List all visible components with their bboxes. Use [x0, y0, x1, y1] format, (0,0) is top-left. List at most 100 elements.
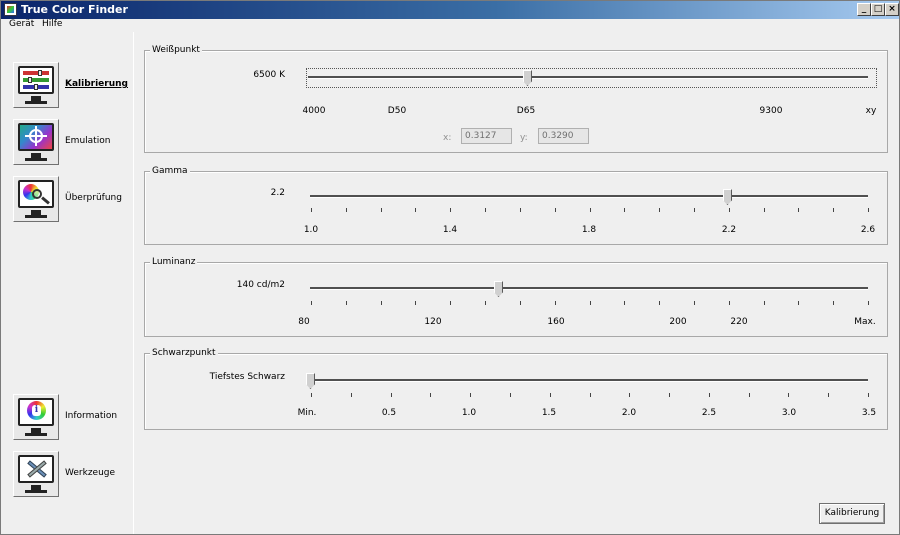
tick-label: 0.5: [381, 408, 397, 418]
tick-label: xy: [865, 106, 877, 116]
tick-label: 80: [298, 317, 310, 327]
menu-hilfe[interactable]: Hilfe: [42, 19, 62, 29]
sidebar-item-ueberpruefung[interactable]: Überprüfung: [13, 176, 131, 226]
whitepoint-group: Weißpunkt 6500 K 4000 D50 D65 9300 xy x:…: [144, 45, 888, 153]
information-icon: i: [13, 394, 59, 440]
whitepoint-slider-track[interactable]: [308, 76, 868, 79]
window-title: True Color Finder: [21, 3, 128, 16]
luminance-value-label: 140 cd/m2: [236, 280, 285, 290]
blackpoint-slider-thumb[interactable]: [306, 373, 315, 389]
slider-tick: [728, 208, 730, 212]
slider-tick: [659, 301, 661, 305]
tick-label: 1.8: [581, 225, 597, 235]
sidebar: Kalibrierung Emulation Überprüfung i Inf…: [1, 32, 134, 534]
luminance-slider-thumb[interactable]: [494, 281, 503, 297]
blackpoint-group: Schwarzpunkt Tiefstes Schwarz Min. 0.5 1…: [144, 348, 888, 430]
close-button[interactable]: ×: [885, 3, 899, 16]
slider-tick: [430, 393, 432, 397]
slider-tick: [788, 393, 790, 397]
sidebar-item-label: Emulation: [65, 136, 111, 146]
slider-tick: [519, 208, 521, 212]
app-icon: [4, 3, 17, 16]
slider-tick: [589, 301, 591, 305]
slider-tick: [311, 208, 312, 212]
app-window: True Color Finder _ □ × Gerät Hilfe Kali…: [0, 0, 900, 535]
luminance-slider-track[interactable]: [310, 287, 868, 290]
group-title: Schwarzpunkt: [150, 348, 218, 358]
slider-tick: [629, 393, 631, 397]
slider-tick: [470, 393, 472, 397]
tick-label: Max.: [854, 317, 876, 327]
tick-label: 1.0: [303, 225, 319, 235]
gamma-slider-track[interactable]: [310, 195, 868, 198]
gamma-slider-thumb[interactable]: [723, 189, 732, 205]
sidebar-divider: [133, 32, 134, 534]
slider-tick: [659, 208, 661, 212]
tools-icon: [13, 451, 59, 497]
sidebar-item-label: Kalibrierung: [65, 79, 128, 89]
blackpoint-slider-track[interactable]: [310, 379, 868, 382]
tick-label: 120: [424, 317, 442, 327]
maximize-button[interactable]: □: [871, 3, 885, 16]
slider-tick: [708, 393, 710, 397]
slider-tick: [624, 208, 626, 212]
tick-label: 9300: [759, 106, 783, 116]
slider-tick: [415, 208, 417, 212]
sidebar-item-kalibrierung[interactable]: Kalibrierung: [13, 62, 131, 112]
tick-label: 2.6: [860, 225, 876, 235]
y-label: y:: [520, 133, 528, 143]
tick-label: 2.5: [701, 408, 717, 418]
slider-tick: [798, 208, 800, 212]
tick-label: 1.5: [541, 408, 557, 418]
slider-tick: [798, 301, 800, 305]
calibration-icon: [13, 62, 59, 108]
tick-label: Min.: [297, 408, 317, 418]
menu-geraet[interactable]: Gerät: [9, 19, 34, 29]
x-field[interactable]: 0.3127: [461, 128, 512, 144]
sidebar-item-werkzeuge[interactable]: Werkzeuge: [13, 451, 131, 501]
minimize-button[interactable]: _: [857, 3, 871, 16]
x-label: x:: [443, 133, 452, 143]
tick-label: 1.4: [442, 225, 458, 235]
y-field[interactable]: 0.3290: [538, 128, 589, 144]
calibrate-button[interactable]: Kalibrierung: [819, 503, 885, 524]
group-title: Luminanz: [150, 257, 198, 267]
sidebar-item-label: Werkzeuge: [65, 468, 116, 478]
tick-label: 200: [669, 317, 687, 327]
sidebar-item-information[interactable]: i Information: [13, 394, 131, 444]
slider-tick: [380, 208, 382, 212]
slider-tick: [868, 208, 869, 212]
slider-tick: [728, 301, 730, 305]
slider-tick: [450, 301, 452, 305]
sidebar-item-emulation[interactable]: Emulation: [13, 119, 131, 169]
luminance-group: Luminanz 140 cd/m2 80 120 160 200 220 Ma…: [144, 257, 888, 337]
tick-label: 220: [730, 317, 748, 327]
slider-tick: [554, 208, 556, 212]
slider-tick: [624, 301, 626, 305]
slider-tick: [763, 301, 765, 305]
gamma-group: Gamma 2.2 1.0 1.4 1.8 2.2 2.6: [144, 166, 888, 245]
slider-tick: [485, 208, 487, 212]
slider-tick: [669, 393, 671, 397]
slider-tick: [763, 208, 765, 212]
tick-label: 1.0: [461, 408, 477, 418]
group-title: Weißpunkt: [150, 45, 202, 55]
gamma-value-label: 2.2: [270, 188, 285, 198]
tick-label: 3.5: [861, 408, 877, 418]
menu-bar: Gerät Hilfe: [1, 19, 899, 32]
tick-label: 160: [547, 317, 565, 327]
slider-tick: [693, 208, 695, 212]
slider-tick: [485, 301, 487, 305]
tick-label: 3.0: [781, 408, 797, 418]
group-title: Gamma: [150, 166, 190, 176]
whitepoint-value-label: 6500 K: [253, 70, 285, 80]
verification-icon: [13, 176, 59, 222]
tick-label: 2.0: [621, 408, 637, 418]
slider-tick: [554, 301, 556, 305]
sidebar-item-label: Überprüfung: [65, 193, 122, 203]
title-bar[interactable]: True Color Finder _ □ ×: [1, 1, 899, 19]
sidebar-item-label: Information: [65, 411, 118, 421]
slider-tick: [868, 393, 869, 397]
slider-tick: [509, 393, 511, 397]
blackpoint-value-label: Tiefstes Schwarz: [209, 372, 285, 382]
